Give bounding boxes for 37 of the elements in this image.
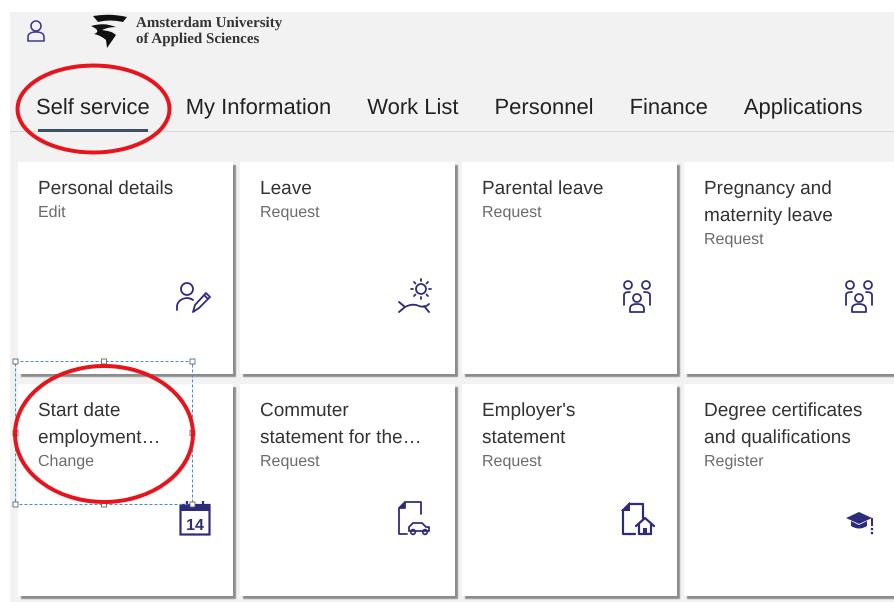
tile-action: Edit bbox=[38, 203, 67, 223]
tile-title: Commuter statement for the… bbox=[260, 399, 423, 450]
tile-action: Register bbox=[704, 452, 765, 472]
logo-icon bbox=[90, 13, 128, 49]
logo-text: of Applied Sciences bbox=[136, 31, 260, 47]
user-icon[interactable] bbox=[26, 20, 46, 42]
tile-title: Personal details bbox=[38, 177, 174, 201]
tile-action: Request bbox=[482, 452, 543, 472]
tile-action: Change bbox=[38, 452, 96, 472]
nav-tab[interactable]: Applications bbox=[726, 83, 880, 131]
app-tile[interactable]: Employer's statement Request bbox=[462, 384, 677, 596]
tile-title: Start date employment… bbox=[38, 399, 162, 450]
nav-tab[interactable]: My Information bbox=[168, 83, 350, 131]
nav-tab[interactable]: Personnel bbox=[476, 83, 612, 131]
tile-title: Pregnancy and maternity leave bbox=[704, 177, 834, 228]
tile-action: Request bbox=[704, 230, 765, 250]
logo-text: Amsterdam University bbox=[136, 15, 282, 31]
tile-action: Request bbox=[260, 452, 321, 472]
tile-title: Parental leave bbox=[482, 177, 604, 201]
app-tile[interactable]: Commuter statement for the… Request bbox=[240, 384, 455, 596]
sun-lounger-icon bbox=[397, 278, 433, 314]
document-car-icon bbox=[397, 500, 433, 536]
person-edit-icon bbox=[175, 280, 211, 314]
app-tile[interactable]: Degree certificates and qualifications Register bbox=[684, 384, 894, 596]
tile-action: Request bbox=[260, 203, 321, 223]
app-tile[interactable]: Pregnancy and maternity leave Request bbox=[684, 162, 894, 374]
app-tile[interactable]: Parental leave Request bbox=[462, 162, 677, 374]
app-tile[interactable]: Personal details Edit bbox=[18, 162, 233, 374]
tile-title: Employer's statement bbox=[482, 399, 576, 450]
app-tile[interactable]: Start date employment… Change 14 bbox=[18, 384, 233, 596]
tile-title: Leave bbox=[260, 177, 313, 201]
tile-action: Request bbox=[482, 203, 543, 223]
nav-tab[interactable]: Work List bbox=[349, 83, 476, 131]
app-tile[interactable]: Leave Request bbox=[240, 162, 455, 374]
tile-title: Degree certificates and qualifications bbox=[704, 399, 864, 450]
nav-tab[interactable]: Finance bbox=[612, 83, 726, 131]
document-house-icon bbox=[621, 502, 655, 536]
